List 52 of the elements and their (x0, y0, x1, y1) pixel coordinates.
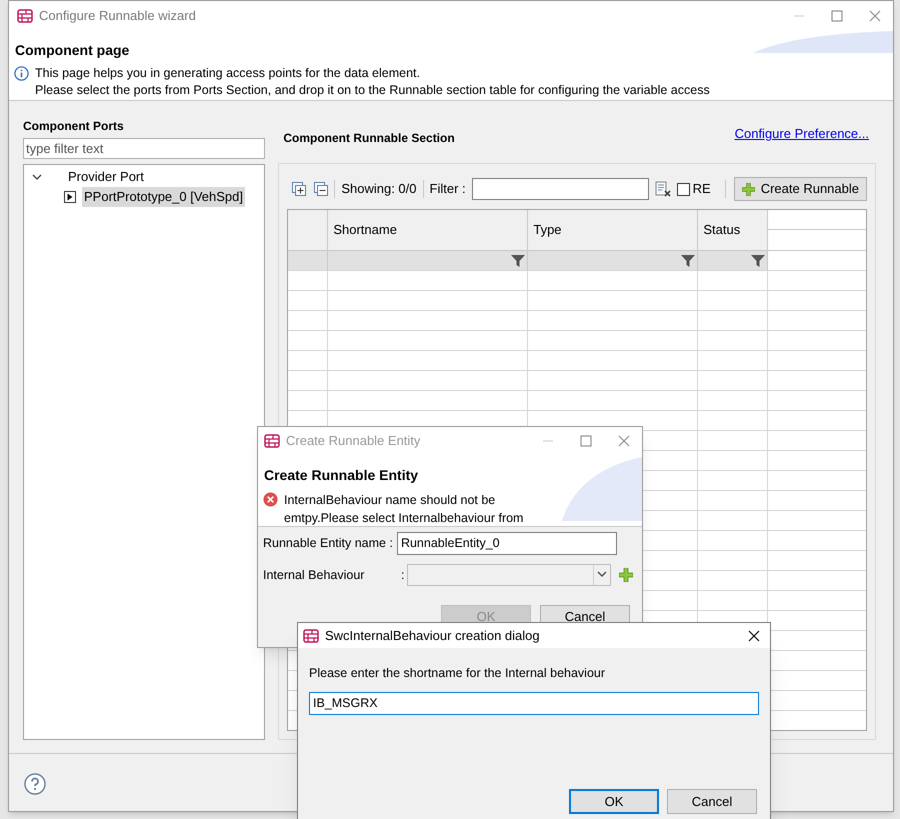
section-heading: Component Ports (23, 119, 125, 133)
filter-funnel-icon[interactable] (751, 254, 766, 266)
page-title: Component page (15, 41, 130, 59)
info-text: Please select the ports from Ports Section, and drop it on to the Runnable section table for configuring the variable access (35, 82, 710, 99)
re-checkbox[interactable] (676, 182, 690, 196)
app-icon (264, 433, 280, 449)
create-runnable-button[interactable]: Create Runnable (734, 177, 867, 201)
filter-label: Filter : (430, 180, 466, 198)
ok-button[interactable]: OK (569, 788, 659, 814)
plus-icon (742, 182, 755, 196)
tree-item[interactable]: Provider Port (68, 167, 144, 187)
app-icon (303, 628, 319, 644)
field-label: Runnable Entity name : (263, 534, 393, 552)
filter-field[interactable] (472, 178, 649, 200)
window-title: SwcInternalBehaviour creation dialog (325, 626, 541, 645)
column-header[interactable]: Status (703, 220, 740, 240)
close-icon[interactable] (748, 630, 760, 642)
port-icon (64, 191, 76, 203)
info-icon (14, 66, 29, 81)
app-icon (17, 8, 33, 24)
maximize-icon[interactable] (831, 10, 843, 22)
cancel-button[interactable]: Cancel (667, 788, 757, 814)
section-heading: Component Runnable Section (283, 130, 455, 147)
window-title: Configure Runnable wizard (39, 7, 197, 26)
configure-preference-link[interactable]: Configure Preference... (734, 124, 869, 144)
collapse-all-icon[interactable] (314, 182, 328, 196)
filter-funnel-icon[interactable] (511, 254, 526, 266)
column-header[interactable]: Shortname (333, 220, 397, 240)
column-header[interactable]: Type (533, 220, 562, 240)
shortname-field[interactable]: IB_MSGRX (309, 692, 759, 715)
plus-icon[interactable] (619, 568, 634, 582)
window-title: Create Runnable Entity (286, 432, 422, 450)
filter-funnel-icon[interactable] (681, 254, 696, 266)
re-label: RE (692, 180, 711, 198)
error-icon (263, 492, 278, 507)
banner-swoosh-icon (562, 457, 642, 521)
banner-swoosh-icon (753, 31, 893, 53)
error-message: InternalBehaviour name should not be emtpy.Please select Internalbehaviour from (284, 492, 524, 526)
dialog-heading: Create Runnable Entity (264, 466, 418, 485)
chevron-down-icon[interactable] (32, 172, 42, 182)
runnable-name-field[interactable]: RunnableEntity_0 (396, 532, 617, 554)
field-label: Internal Behaviour (263, 566, 366, 584)
clear-filter-icon[interactable] (654, 181, 671, 197)
expand-all-icon[interactable] (292, 182, 306, 196)
maximize-icon[interactable] (580, 435, 592, 447)
showing-count: Showing: 0/0 (341, 180, 417, 198)
tree-item[interactable]: PPortPrototype_0 [VehSpd] (82, 187, 245, 207)
filter-field[interactable]: type filter text (23, 138, 266, 159)
field-separator: : (401, 566, 404, 584)
dialog-prompt: Please enter the shortname for the Internal behaviour (309, 665, 606, 682)
info-text: This page helps you in generating access points for the data element. (35, 65, 421, 82)
help-icon[interactable] (24, 772, 46, 794)
